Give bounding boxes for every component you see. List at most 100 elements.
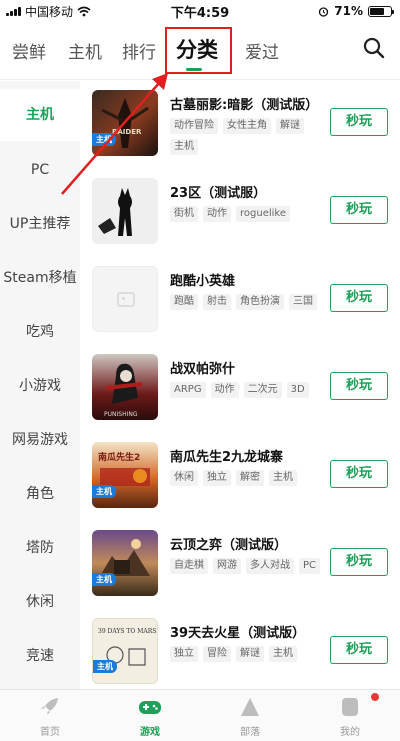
play-button[interactable]: 秒玩	[330, 548, 388, 576]
game-tag[interactable]: 多人对战	[246, 558, 294, 574]
game-thumbnail[interactable]	[92, 266, 158, 332]
sidebar-item-steam[interactable]: Steam移植	[0, 263, 80, 293]
host-badge: 主机	[92, 573, 116, 586]
status-bar: 中国移动 下午4:59 71%	[0, 0, 400, 22]
nav-label: 游戏	[140, 727, 160, 738]
game-tag[interactable]: 冒险	[203, 646, 231, 662]
game-title[interactable]: 23区（测试服）	[170, 182, 266, 201]
game-tag[interactable]: PC	[299, 558, 321, 574]
game-tag[interactable]: 自走棋	[170, 558, 208, 574]
game-art-icon: PUNISHING	[104, 363, 143, 418]
game-row[interactable]: 23区（测试服） 街机 动作 roguelike 秒玩	[80, 170, 400, 258]
alarm-icon	[319, 6, 329, 17]
sidebar-item-zhuji[interactable]: 主机	[0, 89, 80, 141]
game-tag[interactable]: 三国	[289, 294, 317, 310]
game-tag[interactable]: 主机	[269, 470, 297, 486]
game-tag[interactable]: 主机	[269, 646, 297, 662]
game-row[interactable]: 南瓜先生2 主机 南瓜先生2九龙城寨 休闲 独立 解密 主机 秒玩	[80, 434, 400, 522]
game-tag[interactable]: 解密	[236, 470, 264, 486]
game-tag[interactable]: 女性主角	[223, 118, 271, 134]
game-tag[interactable]: 独立	[170, 646, 198, 662]
game-row[interactable]: RAIDER 主机 古墓丽影:暗影（测试版） 动作冒险 女性主角 解谜 主机 秒…	[80, 82, 400, 170]
tab-aiguo[interactable]: 爱过	[245, 38, 279, 63]
game-art-icon: 39 DAYS TO MARS	[98, 628, 156, 666]
play-button[interactable]: 秒玩	[330, 196, 388, 224]
game-tag[interactable]: roguelike	[236, 206, 290, 222]
thumb-text: RAIDER	[112, 128, 142, 136]
game-tag[interactable]: 动作	[203, 206, 231, 222]
host-badge: 主机	[92, 133, 116, 146]
tab-zhuji[interactable]: 主机	[68, 38, 102, 63]
nav-tribe[interactable]: 部落	[200, 690, 300, 741]
sidebar-item-jingsu[interactable]: 竞速	[0, 641, 80, 671]
game-row[interactable]: PUNISHING 战双帕弥什 ARPG 动作 二次元 3D 秒玩	[80, 346, 400, 434]
annotation-highlight-box	[165, 27, 232, 74]
sidebar-item-up[interactable]: UP主推荐	[0, 209, 80, 239]
game-art-icon: RAIDER	[101, 98, 149, 148]
game-tag[interactable]: 动作	[210, 382, 239, 398]
status-right: 71%	[318, 4, 394, 18]
game-thumbnail[interactable]: 39 DAYS TO MARS 主机	[92, 618, 158, 684]
play-button[interactable]: 秒玩	[330, 284, 388, 312]
nav-home[interactable]: 首页	[0, 690, 100, 741]
sidebar-item-wangyi[interactable]: 网易游戏	[0, 425, 80, 455]
play-button[interactable]: 秒玩	[330, 460, 388, 488]
sidebar-item-tafang[interactable]: 塔防	[0, 533, 80, 563]
game-row[interactable]: 跑酷小英雄 跑酷 射击 角色扮演 三国 秒玩	[80, 258, 400, 346]
sidebar-item-pc[interactable]: PC	[0, 155, 80, 185]
sidebar-item-juese[interactable]: 角色	[0, 479, 80, 509]
bottom-nav: 首页 游戏 部落 我的	[0, 689, 400, 741]
play-button[interactable]: 秒玩	[330, 636, 388, 664]
game-title[interactable]: 39天去火星（测试版）	[170, 622, 305, 641]
thumb-text: 39 DAYS TO MARS	[98, 628, 156, 635]
game-thumbnail[interactable]: PUNISHING	[92, 354, 158, 420]
nav-games[interactable]: 游戏	[100, 690, 200, 741]
tab-paihang[interactable]: 排行	[122, 38, 156, 63]
game-tag[interactable]: 网游	[213, 558, 241, 574]
game-title[interactable]: 跑酷小英雄	[170, 270, 235, 289]
game-tag[interactable]: 解谜	[236, 646, 264, 662]
placeholder-image-icon	[117, 292, 135, 307]
game-tag[interactable]: ARPG	[170, 382, 206, 398]
game-thumbnail[interactable]	[92, 178, 158, 244]
game-title[interactable]: 云顶之弈（测试版）	[170, 534, 287, 553]
game-row[interactable]: 主机 云顶之弈（测试版） 自走棋 网游 多人对战 PC 秒玩	[80, 522, 400, 610]
game-title[interactable]: 南瓜先生2九龙城寨	[170, 446, 283, 465]
game-row[interactable]: 39 DAYS TO MARS 主机 39天去火星（测试版） 独立 冒险 解谜 …	[80, 610, 400, 698]
game-tag[interactable]: 独立	[203, 470, 231, 486]
battery-fill	[370, 7, 385, 15]
game-art-icon: 南瓜先生2	[98, 451, 150, 486]
game-tag[interactable]: 3D	[286, 382, 309, 398]
sidebar-item-xiuxian[interactable]: 休闲	[0, 587, 80, 617]
game-tags: 跑酷 射击 角色扮演 三国	[170, 294, 330, 310]
game-tag[interactable]: 射击	[203, 294, 231, 310]
sidebar-item-chiji[interactable]: 吃鸡	[0, 317, 80, 347]
game-title[interactable]: 古墓丽影:暗影（测试版）	[170, 94, 318, 113]
mountain-icon	[241, 698, 259, 716]
game-thumbnail[interactable]: RAIDER 主机	[92, 90, 158, 156]
game-tag[interactable]: 主机	[170, 139, 198, 155]
nav-profile[interactable]: 我的	[300, 690, 400, 741]
game-thumbnail[interactable]: 南瓜先生2 主机	[92, 442, 158, 508]
game-tag[interactable]: 角色扮演	[236, 294, 284, 310]
play-button[interactable]: 秒玩	[330, 108, 388, 136]
game-tag[interactable]: 解谜	[276, 118, 304, 134]
game-tag[interactable]: 街机	[170, 206, 198, 222]
gamepad-icon	[139, 701, 161, 714]
game-title[interactable]: 战双帕弥什	[170, 358, 235, 377]
play-button[interactable]: 秒玩	[330, 372, 388, 400]
game-tag[interactable]: 二次元	[243, 382, 282, 398]
game-tags: 动作冒险 女性主角 解谜 主机	[170, 118, 330, 155]
game-thumbnail[interactable]: 主机	[92, 530, 158, 596]
battery-icon	[368, 5, 394, 17]
game-tag[interactable]: 跑酷	[170, 294, 198, 310]
sidebar-item-xiaoyouxi[interactable]: 小游戏	[0, 371, 80, 401]
host-badge: 主机	[93, 660, 117, 673]
game-tag[interactable]: 休闲	[170, 470, 198, 486]
nav-label: 部落	[240, 727, 260, 738]
tab-changxian[interactable]: 尝鲜	[12, 38, 46, 63]
search-icon[interactable]	[362, 36, 386, 60]
rocket-icon	[41, 698, 58, 715]
game-tag[interactable]: 动作冒险	[170, 118, 218, 134]
nav-label: 我的	[340, 727, 360, 738]
